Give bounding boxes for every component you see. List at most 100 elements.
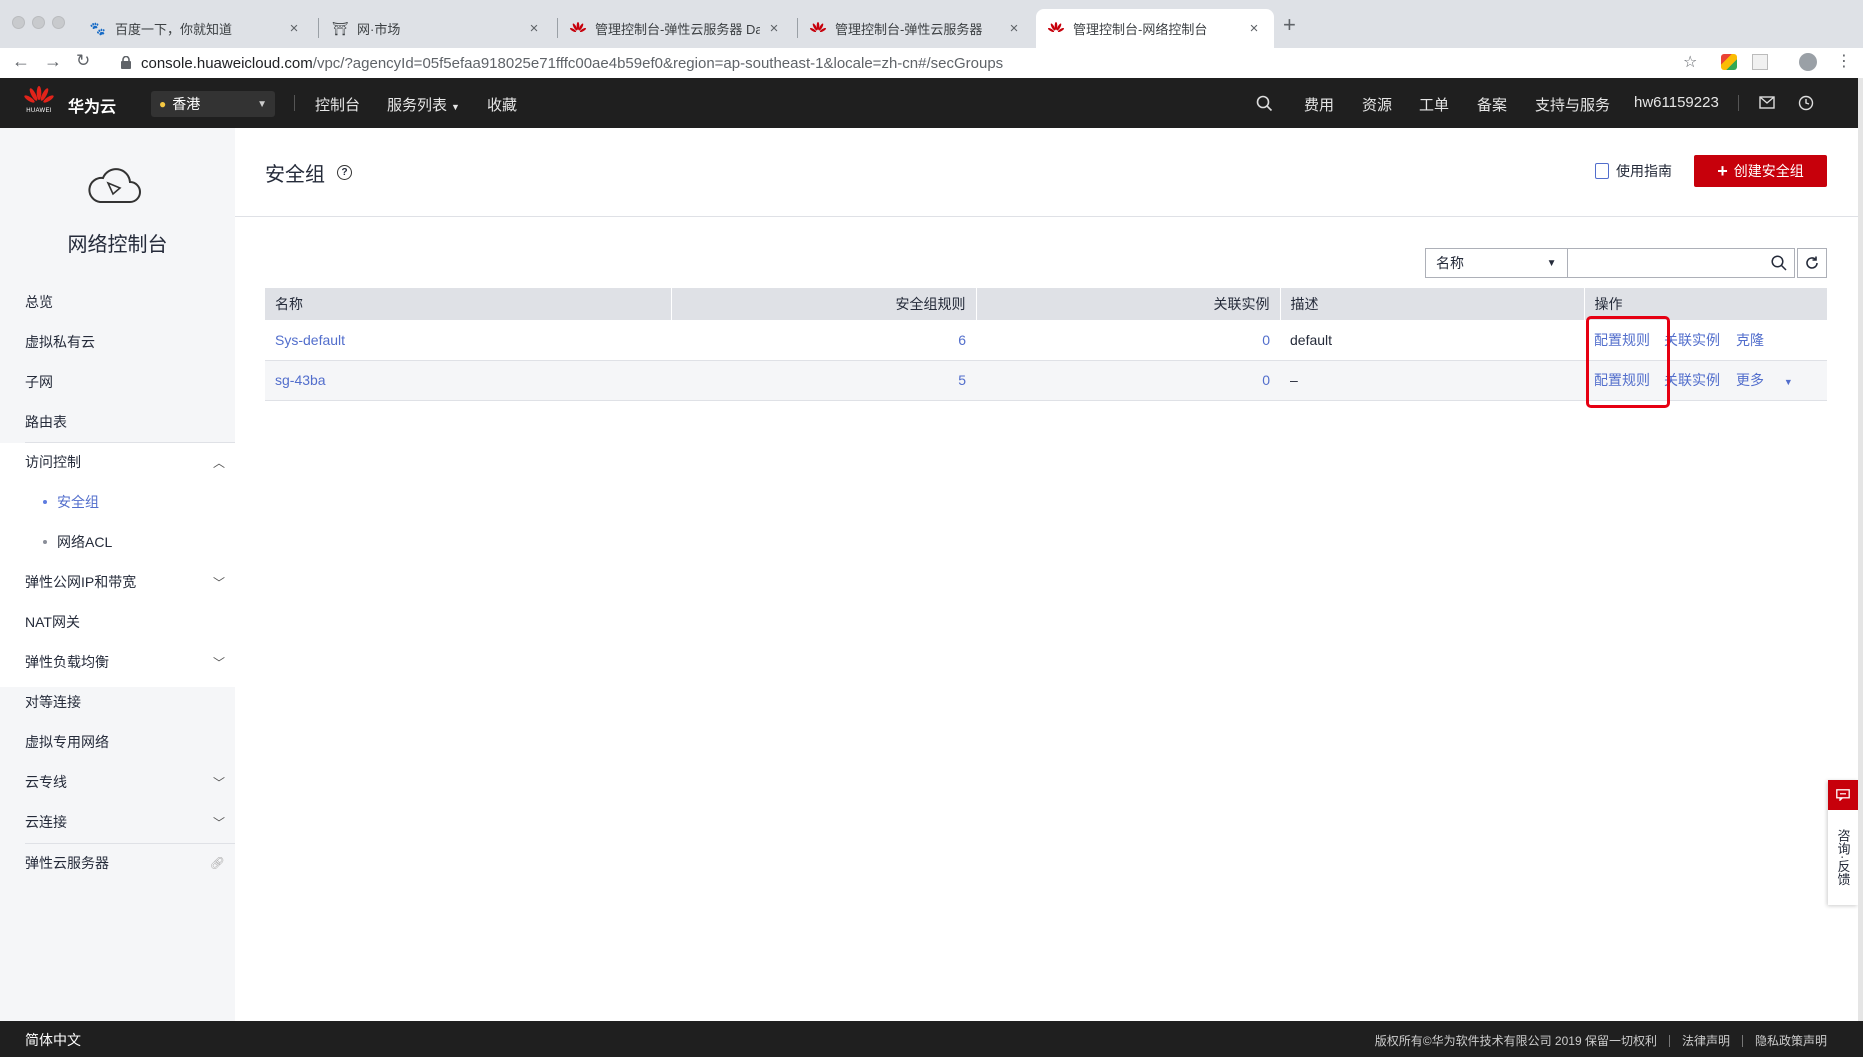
help-icon[interactable]: ? [337,165,352,180]
sidebar-item-cloud-connect[interactable]: 云连接 ﹀ [25,812,225,832]
more-dropdown[interactable]: 更多 ▼ [1736,370,1809,390]
profile-avatar-icon[interactable] [1799,53,1817,71]
market-icon: ⛩ [331,20,349,36]
sidebar-item-elb[interactable]: 弹性负载均衡 ﹀ [25,652,225,672]
security-group-name-link[interactable]: Sys-default [275,332,345,348]
sidebar-item-access-control[interactable]: 访问控制 ︿ [25,452,225,472]
sidebar-item-nat-gateway[interactable]: NAT网关 [25,612,225,632]
caret-down-icon: ▼ [1783,377,1793,387]
description-cell: – [1280,360,1584,401]
mail-icon[interactable] [1759,96,1775,109]
column-header: 关联实例 [976,288,1281,320]
sidebar-item-security-group[interactable]: 安全组 [43,492,243,512]
nav-console[interactable]: 控制台 [315,94,360,115]
reload-icon[interactable]: ↻ [76,51,90,71]
browser-menu-icon[interactable]: ⋮ [1836,51,1852,71]
security-group-table: 名称 安全组规则 关联实例 描述 操作 Sys-default 6 0 defa… [265,288,1828,401]
page-title: 安全组 ? [265,158,352,187]
description-cell: default [1280,320,1584,361]
language-selector[interactable]: 简体中文 [25,1030,81,1050]
document-icon [1595,163,1609,179]
browser-tab[interactable]: 管理控制台-弹性云服务器 × [798,9,1034,48]
table-row: Sys-default 6 0 default 配置规则 关联实例 克隆 [265,320,1827,361]
sidebar-item-vpc[interactable]: 虚拟私有云 [25,332,225,352]
sidebar-item-route-table[interactable]: 路由表 [25,412,225,432]
sidebar-item-peering[interactable]: 对等连接 [25,692,225,712]
filter-field-select[interactable]: 名称 ▼ [1426,249,1568,277]
address-bar: ← → ↻ console.huaweicloud.com/vpc/?agenc… [0,48,1863,78]
search-input[interactable] [1567,249,1765,277]
lock-icon [121,56,131,69]
tab-close-icon[interactable]: × [286,20,302,37]
browser-tab[interactable]: ⛩ 网·市场 × [320,9,554,48]
sidebar-item-vpn[interactable]: 虚拟专用网络 [25,732,225,752]
window-minimize-button[interactable] [32,16,45,29]
feedback-tab[interactable]: 咨询·反馈 [1828,780,1858,905]
instances-count-link[interactable]: 0 [1262,332,1270,348]
link-icon: 🔗︎ [209,856,225,870]
cloud-icon [88,168,141,203]
new-tab-button[interactable]: + [1283,12,1296,38]
brand-name: 华为云 [68,99,117,116]
user-account[interactable]: hw61159223 [1634,94,1719,111]
user-guide-link[interactable]: 使用指南 [1595,161,1672,181]
search-icon[interactable] [1256,95,1273,112]
sidebar-item-ecs[interactable]: 弹性云服务器 🔗︎ [25,853,225,873]
nav-favorites[interactable]: 收藏 [487,94,517,115]
region-selector[interactable]: ● 香港 ▼ [151,91,275,117]
search-icon[interactable] [1765,255,1794,271]
extension-icon[interactable] [1721,54,1737,70]
forward-arrow-icon[interactable]: → [44,51,62,72]
configure-rules-link[interactable]: 配置规则 [1594,330,1650,350]
chevron-up-icon: ︿ [212,455,225,470]
sidebar-item-direct-connect[interactable]: 云专线 ﹀ [25,772,225,792]
refresh-button[interactable] [1797,248,1827,278]
nav-billing[interactable]: 费用 [1304,94,1334,115]
extension-icon[interactable] [1752,54,1768,70]
nav-resources[interactable]: 资源 [1362,94,1392,115]
chevron-down-icon: ﹀ [212,575,225,590]
configure-rules-link[interactable]: 配置规则 [1594,370,1650,390]
legal-link[interactable]: 法律声明 [1682,1032,1730,1049]
tab-close-icon[interactable]: × [1006,20,1022,37]
browser-tab[interactable]: 🐾 百度一下，你就知道 × [78,9,314,48]
sidebar-item-subnet[interactable]: 子网 [25,372,225,392]
security-group-name-link[interactable]: sg-43ba [275,372,326,388]
column-header: 操作 [1584,288,1828,320]
huawei-logo-icon [570,21,586,37]
refresh-icon [1806,256,1818,269]
table-header-row: 名称 安全组规则 关联实例 描述 操作 [265,288,1828,320]
bookmark-star-icon[interactable]: ☆ [1683,52,1697,72]
browser-tab-active[interactable]: 管理控制台-网络控制台 × [1036,9,1274,48]
associate-instances-link[interactable]: 关联实例 [1664,330,1720,350]
sidebar-item-eip-bandwidth[interactable]: 弹性公网IP和带宽 ﹀ [25,572,225,592]
scrollbar-track[interactable] [1858,78,1863,1021]
associate-instances-link[interactable]: 关联实例 [1664,370,1720,390]
tab-close-icon[interactable]: × [1246,20,1262,37]
window-close-button[interactable] [12,16,25,29]
nav-icp-filing[interactable]: 备案 [1477,94,1507,115]
sidebar-title: 网络控制台 [67,234,168,256]
url-field[interactable]: console.huaweicloud.com/vpc/?agencyId=05… [141,55,1003,72]
instances-count-link[interactable]: 0 [1262,372,1270,388]
sidebar-item-network-acl[interactable]: 网络ACL [43,532,243,552]
window-zoom-button[interactable] [52,16,65,29]
clock-icon[interactable] [1798,95,1814,111]
nav-service-list[interactable]: 服务列表 ▼ [387,94,460,115]
rules-count-link[interactable]: 6 [958,332,966,348]
privacy-link[interactable]: 隐私政策声明 [1755,1032,1827,1049]
search-filter: 名称 ▼ [1425,248,1795,278]
clone-link[interactable]: 克隆 [1736,330,1764,350]
back-arrow-icon[interactable]: ← [12,51,30,72]
rules-count-link[interactable]: 5 [958,372,966,388]
tab-close-icon[interactable]: × [526,20,542,37]
chevron-down-icon: ﹀ [212,655,225,670]
chevron-down-icon: ▼ [257,98,267,110]
create-security-group-button[interactable]: + 创建安全组 [1694,155,1827,187]
nav-tickets[interactable]: 工单 [1419,94,1449,115]
sidebar-item-overview[interactable]: 总览 [25,292,225,312]
huawei-logo[interactable]: HUAWEI [24,86,54,114]
nav-support[interactable]: 支持与服务 [1535,94,1610,115]
browser-tab[interactable]: 管理控制台-弹性云服务器 Dash × [558,9,794,48]
tab-close-icon[interactable]: × [766,20,782,37]
